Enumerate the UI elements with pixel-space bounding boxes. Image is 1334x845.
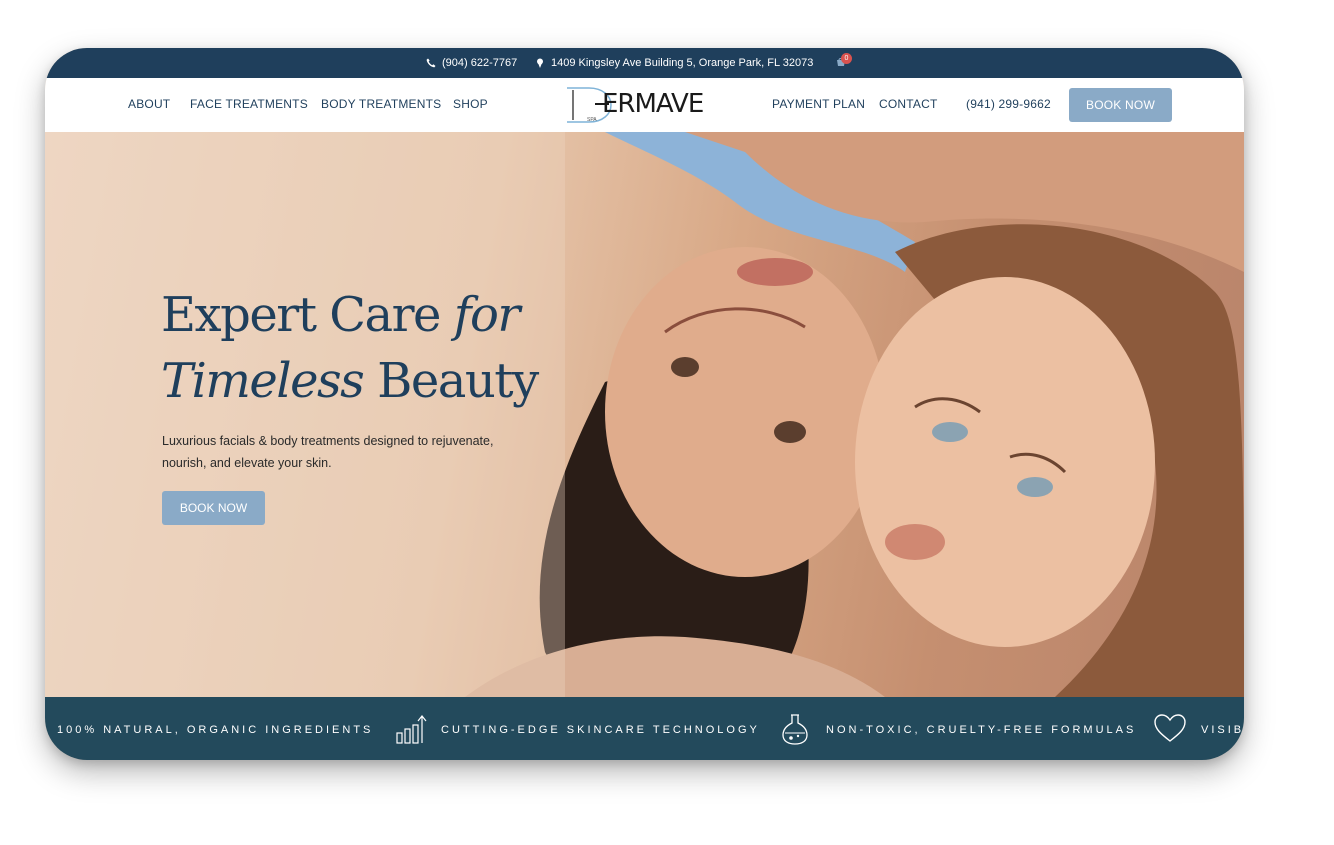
nav-body-treatments[interactable]: BODY TREATMENTS [321,97,441,111]
logo-text: ERMAVE [602,89,704,119]
hero-photo [45,132,1244,697]
logo-subtext: SPA [587,117,597,123]
dermave-logo[interactable]: ERMAVE SPA [565,84,707,126]
cart-count-badge: 0 [841,53,852,64]
hero-headline: Expert Care for Timeless Beauty [161,287,539,409]
location-pin-icon [537,58,543,68]
main-navigation: ABOUT FACE TREATMENTS BODY TREATMENTS SH… [45,78,1244,133]
nav-book-now-button[interactable]: BOOK NOW [1069,88,1172,122]
topbar-address-text: 1409 Kingsley Ave Building 5, Orange Par… [551,57,814,69]
feature-skincare-technology: CUTTING-EDGE SKINCARE TECHNOLOGY [441,724,760,736]
topbar-phone[interactable]: (904) 622-7767 [426,57,517,69]
nav-about[interactable]: ABOUT [128,97,170,111]
hero-section: Expert Care for Timeless Beauty Luxuriou… [45,132,1244,697]
hero-subtext: Luxurious facials & body treatments desi… [162,434,494,470]
top-info-bar: (904) 622-7767 1409 Kingsley Ave Buildin… [45,48,1244,78]
nav-phone[interactable]: (941) 299-9662 [966,97,1051,111]
flask-icon [782,714,808,745]
topbar-phone-text: (904) 622-7767 [442,57,518,69]
nav-face-treatments[interactable]: FACE TREATMENTS [190,97,308,111]
nav-shop[interactable]: SHOP [453,97,488,111]
features-bar: 100% NATURAL, ORGANIC INGREDIENTS CUTTIN… [45,697,1244,760]
feature-natural-ingredients: 100% NATURAL, ORGANIC INGREDIENTS [57,724,374,736]
browser-frame: (904) 622-7767 1409 Kingsley Ave Buildin… [45,48,1244,760]
feature-partial: VISIB [1201,724,1244,736]
phone-icon [426,58,436,68]
hero-book-now-button[interactable]: BOOK NOW [162,491,265,525]
heart-icon [1154,714,1186,742]
nav-payment-plan[interactable]: PAYMENT PLAN [772,97,865,111]
nav-contact[interactable]: CONTACT [879,97,938,111]
growth-chart-icon [396,715,427,744]
topbar-address[interactable]: 1409 Kingsley Ave Building 5, Orange Par… [535,57,813,69]
feature-cruelty-free: NON-TOXIC, CRUELTY-FREE FORMULAS [826,724,1137,736]
